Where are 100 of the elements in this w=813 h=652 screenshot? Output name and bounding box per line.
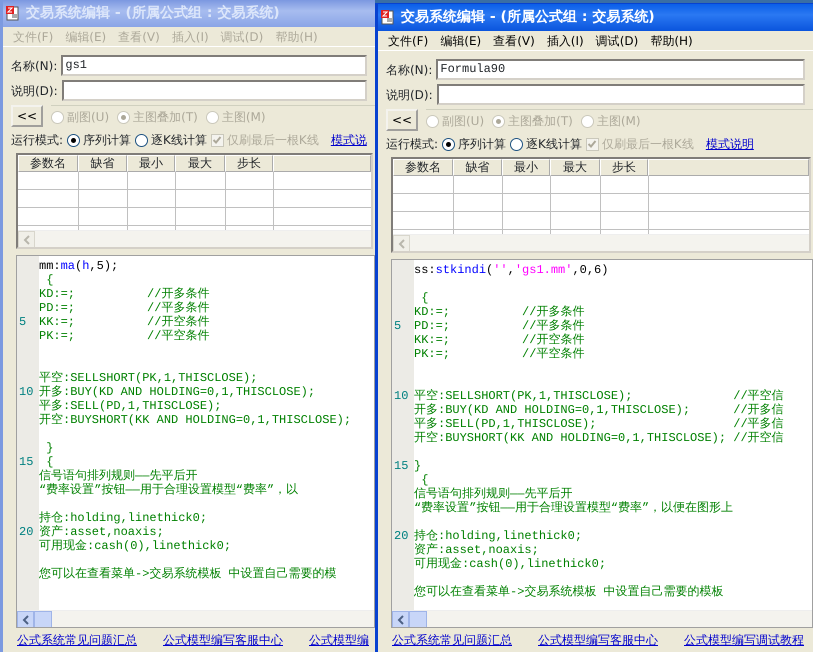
horizontal-scrollbar[interactable] bbox=[17, 610, 374, 627]
code-line: 持仓:holding,linethick0; bbox=[39, 511, 208, 525]
column-header[interactable]: 最大 bbox=[175, 155, 225, 172]
code-line: KD:=; //开多条件 bbox=[39, 287, 210, 301]
code-line: ss:stkindi('','gs1.mm',0,6) bbox=[414, 263, 608, 277]
help-link[interactable]: 公式模型编写调试教程 bbox=[684, 631, 804, 649]
line-number: 20 bbox=[18, 525, 34, 539]
code-line: KK:=; //开空条件 bbox=[39, 315, 210, 329]
code-line: PD:=; //平多条件 bbox=[39, 301, 210, 315]
code-line: “费率设置”按钮——用于合理设置模型“费率”，以 bbox=[39, 483, 298, 497]
column-header[interactable]: 缺省 bbox=[78, 155, 127, 172]
column-header[interactable]: 最大 bbox=[550, 159, 600, 176]
horizontal-scrollbar[interactable] bbox=[392, 610, 812, 627]
code-line: 平空:SELLSHORT(PK,1,THISCLOSE); //平空信 bbox=[414, 389, 784, 403]
horizontal-scrollbar[interactable] bbox=[18, 230, 371, 247]
code-line: { bbox=[45, 273, 54, 287]
code-line: } bbox=[45, 441, 54, 455]
line-number: 15 bbox=[393, 459, 410, 473]
code-line: “费率设置”按钮——用于合理设置模型“费率”，以便在图形上 bbox=[414, 501, 734, 515]
code-line: 资产:asset,noaxis; bbox=[414, 543, 539, 557]
help-link[interactable]: 公式系统常见问题汇总 bbox=[392, 631, 512, 649]
radio-option[interactable]: 序列计算 bbox=[67, 131, 132, 149]
code-line: { bbox=[420, 473, 428, 487]
menu-item[interactable]: 查看(V) bbox=[487, 31, 541, 50]
mode-help-link[interactable]: 模式说 bbox=[330, 131, 367, 149]
menu-item[interactable]: 调试(D) bbox=[590, 31, 644, 50]
line-number: 10 bbox=[393, 389, 410, 403]
help-link[interactable]: 公式系统常见问题汇总 bbox=[17, 631, 137, 649]
code-line: 可用现金:cash(0),linethick0; bbox=[39, 539, 232, 553]
code-line: } bbox=[414, 459, 422, 473]
line-number: 5 bbox=[18, 315, 28, 329]
code-line: mm:ma(h,5); bbox=[39, 259, 118, 273]
line-number: 10 bbox=[18, 385, 34, 399]
field-label: 名称(N): bbox=[11, 58, 58, 74]
menu-item[interactable]: 文件(F) bbox=[382, 31, 434, 50]
code-line: 开多:BUY(KD AND HOLDING=0,1,THISCLOSE); bbox=[39, 385, 316, 399]
radio-button[interactable] bbox=[135, 134, 148, 146]
code-line: KK:=; //开空条件 bbox=[414, 333, 584, 347]
field-label: 说明(D): bbox=[11, 82, 58, 100]
code-line: 开多:BUY(KD AND HOLDING=0,1,THISCLOSE); //开多信 bbox=[414, 403, 784, 417]
code-line: 开空:BUYSHORT(KK AND HOLDING=0,1,THISCLOSE); bbox=[39, 413, 352, 427]
code-line: 资产:asset,noaxis; bbox=[39, 525, 164, 539]
radio-option[interactable]: 序列计算 bbox=[442, 135, 506, 153]
scrollbar-thumb[interactable] bbox=[34, 611, 52, 627]
column-header[interactable]: 参数名 bbox=[18, 155, 78, 172]
code-editor[interactable] bbox=[391, 259, 813, 628]
horizontal-scrollbar[interactable] bbox=[393, 234, 809, 251]
code-line: 平多:SELL(PD,1,THISCLOSE); bbox=[39, 399, 222, 413]
code-line: { bbox=[420, 291, 428, 305]
name-field[interactable]: gs1 bbox=[61, 55, 367, 76]
radio-button[interactable] bbox=[442, 138, 456, 150]
help-link[interactable]: 公式模型编 bbox=[309, 631, 369, 649]
code-line: 信号语句排列规则——先平后开 bbox=[414, 487, 572, 501]
description-field[interactable] bbox=[436, 84, 805, 105]
radio-button[interactable] bbox=[67, 134, 80, 146]
collapse-button[interactable]: << bbox=[386, 109, 418, 131]
code-line: 持仓:holding,linethick0; bbox=[414, 529, 582, 543]
code-line: 您可以在查看菜单->交易系统模板 中设置自己需要的模板 bbox=[414, 585, 724, 599]
code-line: PK:=; //平空条件 bbox=[39, 329, 210, 343]
code-line: 您可以在查看菜单->交易系统模板 中设置自己需要的模 bbox=[39, 567, 337, 581]
code-line: 平空:SELLSHORT(PK,1,THISCLOSE); bbox=[39, 371, 258, 385]
field-label: 名称(N): bbox=[386, 62, 432, 78]
window-title: 交易系统编辑 - (所属公式组 : 交易系统) bbox=[401, 8, 655, 27]
code-line: 信号语句排列规则——先平后开 bbox=[39, 469, 198, 483]
radio-option[interactable]: 逐K线计算 bbox=[510, 135, 582, 153]
code-line: PD:=; //平多条件 bbox=[414, 319, 584, 333]
checkmark-icon bbox=[587, 139, 598, 149]
code-editor[interactable] bbox=[16, 255, 375, 628]
column-header[interactable]: 缺省 bbox=[453, 159, 502, 176]
column-header[interactable]: 最小 bbox=[127, 155, 175, 172]
radio-option[interactable]: 逐K线计算 bbox=[135, 131, 207, 149]
menu-item[interactable]: 插入(I) bbox=[540, 31, 590, 50]
line-number: 15 bbox=[18, 455, 34, 469]
column-header[interactable]: 步长 bbox=[225, 155, 273, 172]
line-number: 20 bbox=[393, 529, 410, 543]
help-link[interactable]: 公式模型编写客服中心 bbox=[538, 631, 658, 649]
radio-button[interactable] bbox=[510, 138, 524, 150]
description-field[interactable] bbox=[62, 80, 367, 101]
code-line: 开空:BUYSHORT(KK AND HOLDING=0,1,THISCLOSE); //开空信 bbox=[414, 431, 784, 445]
checkmark-icon bbox=[212, 135, 222, 145]
code-line: KD:=; //开多条件 bbox=[414, 305, 584, 319]
field-label: 运行模式: bbox=[11, 132, 64, 149]
collapse-button[interactable]: << bbox=[11, 105, 43, 127]
column-header[interactable]: 步长 bbox=[600, 159, 648, 176]
field-label: 运行模式: bbox=[386, 136, 438, 153]
code-line: 可用现金:cash(0),linethick0; bbox=[414, 557, 606, 571]
column-header[interactable]: 最小 bbox=[502, 159, 550, 176]
code-line: PK:=; //平空条件 bbox=[414, 347, 584, 361]
mode-help-link[interactable]: 模式说明 bbox=[706, 135, 754, 153]
field-label: 说明(D): bbox=[386, 86, 433, 104]
code-line: 平多:SELL(PD,1,THISCLOSE); //平多信 bbox=[414, 417, 784, 431]
window-title: 交易系统编辑 - (所属公式组 : 交易系统) bbox=[26, 4, 280, 23]
scrollbar-thumb[interactable] bbox=[409, 611, 427, 627]
menu-item[interactable]: 编辑(E) bbox=[434, 31, 488, 50]
code-line: { bbox=[45, 455, 54, 469]
menu-item[interactable]: 帮助(H) bbox=[644, 31, 699, 50]
name-field[interactable]: Formula90 bbox=[436, 59, 805, 80]
column-header[interactable]: 参数名 bbox=[393, 159, 453, 176]
help-link[interactable]: 公式模型编写客服中心 bbox=[163, 631, 283, 649]
line-number: 5 bbox=[393, 319, 402, 333]
